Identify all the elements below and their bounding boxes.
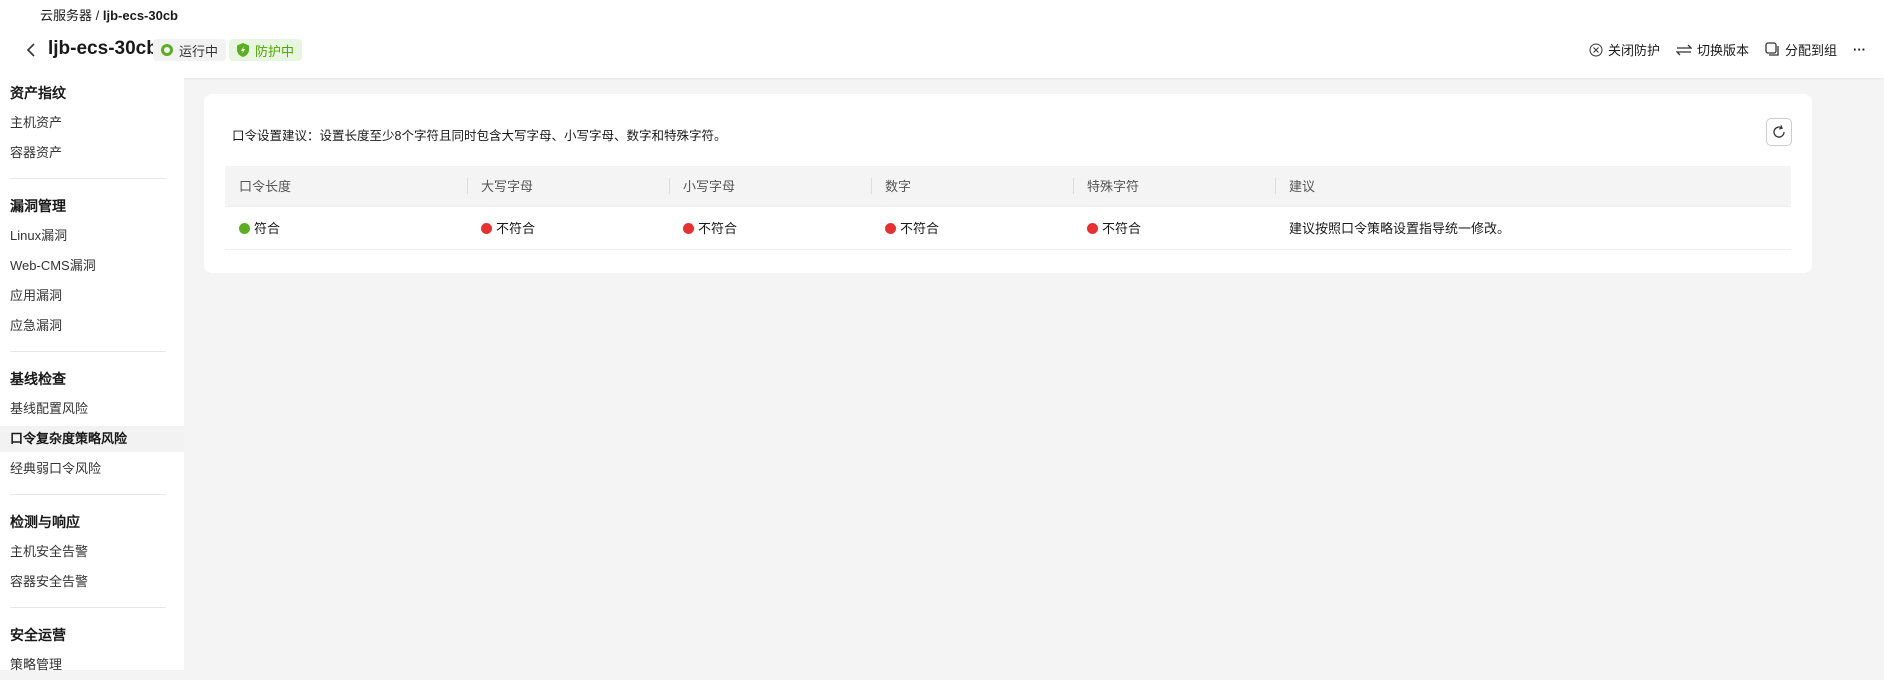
close-circle-icon xyxy=(1589,43,1603,56)
close-protection-label: 关闭防护 xyxy=(1607,43,1660,58)
table-cell: 不符合 xyxy=(1073,205,1275,250)
sidebar-divider xyxy=(10,494,166,495)
sidebar-group-title: 资产指纹 xyxy=(10,85,66,101)
sidebar-group-title: 漏洞管理 xyxy=(10,198,66,214)
fail-status-icon xyxy=(683,223,694,234)
cell-text: 不符合 xyxy=(698,221,738,236)
sidebar-item[interactable]: 口令复杂度策略风险 xyxy=(0,426,184,452)
page-title: ljb-ecs-30cb xyxy=(48,38,158,59)
back-icon[interactable] xyxy=(22,38,42,62)
sidebar-divider xyxy=(10,607,166,608)
sidebar: 资产指纹主机资产 容器资产漏洞管理 Linux漏洞 Web-CMS漏洞 应用漏洞 应急漏洞… xyxy=(0,78,184,672)
sidebar-divider xyxy=(10,178,166,179)
close-protection-button[interactable]: 关闭防护 xyxy=(1589,40,1660,59)
page-header: 云服务器 / ljb-ecs-30cb ljb-ecs-30cb 运行中 防护中… xyxy=(0,0,1884,78)
sidebar-item[interactable]: 策略管理 xyxy=(0,650,184,680)
column-header: 特殊字符 xyxy=(1073,166,1275,206)
breadcrumb-parent[interactable]: 云服务器 xyxy=(40,8,92,23)
copy-icon xyxy=(1765,42,1779,56)
table-cell: 不符合 xyxy=(467,205,669,250)
sidebar-group-title: 检测与响应 xyxy=(10,514,80,530)
column-header: 建议 xyxy=(1275,166,1791,206)
sidebar-group-title: 安全运营 xyxy=(10,627,66,643)
cell-text: 不符合 xyxy=(1102,221,1142,236)
sidebar-item[interactable]: 应急漏洞 xyxy=(0,311,184,341)
switch-version-button[interactable]: 切换版本 xyxy=(1675,40,1749,59)
status-badge-protect: 防护中 xyxy=(229,39,303,61)
sidebar-item[interactable]: Web-CMS漏洞 xyxy=(0,251,184,281)
fail-status-icon xyxy=(885,223,896,234)
cell-text: 符合 xyxy=(254,221,281,236)
switch-icon xyxy=(1675,44,1692,55)
sidebar-item[interactable]: 主机安全告警 xyxy=(0,537,184,567)
table-row: 符合 不符合 不符合 不符合 不符合 建议按照口令策略设置指导统一修改。 xyxy=(225,205,1791,250)
sidebar-item[interactable]: 基线配置风险 xyxy=(0,394,184,424)
column-header: 数字 xyxy=(871,166,1073,206)
more-button[interactable]: ··· xyxy=(1853,42,1866,57)
shield-icon xyxy=(237,43,249,57)
password-hint: 口令设置建议：设置长度至少8个字符且同时包含大写字母、小写字母、数字和特殊字符。 xyxy=(232,129,727,143)
column-header: 大写字母 xyxy=(467,166,669,206)
table-cell: 建议按照口令策略设置指导统一修改。 xyxy=(1275,205,1791,250)
breadcrumb-current: ljb-ecs-30cb xyxy=(102,8,179,23)
running-icon xyxy=(161,44,173,56)
table-cell: 符合 xyxy=(225,205,467,250)
assign-group-button[interactable]: 分配到组 xyxy=(1765,40,1837,59)
sidebar-item[interactable]: 主机资产 xyxy=(0,108,184,138)
cell-text: 不符合 xyxy=(900,221,940,236)
status-badge-running: 运行中 xyxy=(153,39,227,61)
sidebar-group-title: 基线检查 xyxy=(10,371,66,387)
switch-version-label: 切换版本 xyxy=(1696,43,1749,58)
cell-text: 建议按照口令策略设置指导统一修改。 xyxy=(1289,221,1511,236)
sidebar-item[interactable]: 容器安全告警 xyxy=(0,567,184,597)
policy-table: 口令长度 大写字母 小写字母 数字 特殊字符 建议 符合 不符合 不符合 不符合 不符合 建议按照口… xyxy=(225,166,1791,250)
table-cell: 不符合 xyxy=(669,205,871,250)
sidebar-item[interactable]: 经典弱口令风险 xyxy=(0,454,184,484)
sidebar-item[interactable]: 应用漏洞 xyxy=(0,281,184,311)
breadcrumb: 云服务器 / ljb-ecs-30cb xyxy=(40,8,179,23)
protect-label: 防护中 xyxy=(255,43,295,59)
table-cell: 不符合 xyxy=(871,205,1073,250)
fail-status-icon xyxy=(481,223,492,234)
refresh-icon xyxy=(1773,125,1785,138)
cell-text: 不符合 xyxy=(496,221,536,236)
sidebar-item[interactable]: 容器资产 xyxy=(0,138,184,168)
assign-group-label: 分配到组 xyxy=(1784,43,1837,58)
password-policy-card: 口令设置建议：设置长度至少8个字符且同时包含大写字母、小写字母、数字和特殊字符。… xyxy=(204,94,1812,273)
pass-status-icon xyxy=(239,223,250,234)
column-header: 小写字母 xyxy=(669,166,871,206)
column-header: 口令长度 xyxy=(225,166,467,206)
refresh-button[interactable] xyxy=(1766,118,1792,146)
sidebar-divider xyxy=(10,351,166,352)
fail-status-icon xyxy=(1087,223,1098,234)
sidebar-item[interactable]: Linux漏洞 xyxy=(0,221,184,251)
running-label: 运行中 xyxy=(179,43,219,59)
